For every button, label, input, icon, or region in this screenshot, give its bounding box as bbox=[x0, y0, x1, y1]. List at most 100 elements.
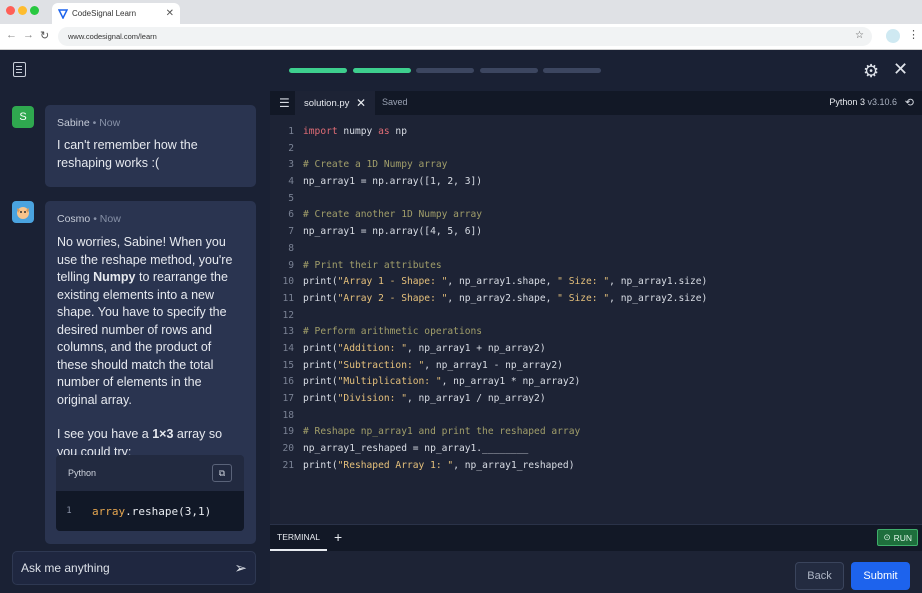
code-line: 15 print("Subtraction: ", np_array1 - np_… bbox=[270, 358, 922, 375]
copy-icon[interactable]: ⧉ bbox=[212, 464, 232, 482]
url-text: www.codesignal.com/learn bbox=[68, 32, 157, 41]
line-number: 18 bbox=[282, 409, 294, 421]
line-number: 6 bbox=[288, 209, 294, 221]
reload-icon[interactable]: ↻ bbox=[40, 29, 49, 42]
progress-segment bbox=[352, 68, 411, 73]
line-number: 20 bbox=[282, 443, 294, 455]
line-number: 15 bbox=[282, 359, 294, 371]
code-line-number: 1 bbox=[66, 506, 72, 516]
settings-gear-icon[interactable]: ⚙ bbox=[863, 61, 879, 82]
lesson-document-icon[interactable] bbox=[13, 62, 26, 77]
line-number: 12 bbox=[282, 309, 294, 321]
menu-icon[interactable]: ☰ bbox=[279, 96, 290, 110]
browser-toolbar: ← → ↻ www.codesignal.com/learn ☆ ⋮ bbox=[0, 24, 922, 50]
line-content: # Create another 1D Numpy array bbox=[303, 209, 483, 221]
close-file-icon[interactable]: ✕ bbox=[356, 96, 366, 110]
line-content: print("Multiplication: ", np_array1 * np… bbox=[303, 376, 581, 388]
submit-button[interactable]: Submit bbox=[851, 562, 910, 590]
message-time: Now bbox=[99, 213, 121, 225]
browser-chrome: CodeSignal Learn ✕ ← → ↻ www.codesignal.… bbox=[0, 0, 922, 50]
code-line: 7 np_array1 = np.array([4, 5, 6]) bbox=[270, 224, 922, 241]
codesignal-logo-icon bbox=[58, 8, 68, 19]
saved-status: Saved bbox=[382, 97, 408, 107]
forward-arrow-icon[interactable]: → bbox=[23, 29, 34, 41]
line-number: 14 bbox=[282, 342, 294, 354]
progress-segment bbox=[289, 68, 347, 73]
profile-avatar[interactable] bbox=[886, 29, 900, 43]
back-arrow-icon[interactable]: ← bbox=[6, 29, 17, 41]
code-line: 4 np_array1 = np.array([1, 2, 3]) bbox=[270, 174, 922, 191]
line-number: 13 bbox=[282, 326, 294, 338]
line-content: np_array1_reshaped = np_array1.________ bbox=[303, 443, 529, 455]
line-content: np_array1 = np.array([1, 2, 3]) bbox=[303, 176, 483, 188]
close-window-button[interactable] bbox=[6, 6, 15, 15]
browser-tab[interactable]: CodeSignal Learn ✕ bbox=[52, 3, 180, 24]
code-line: 16 print("Multiplication: ", np_array1 * … bbox=[270, 374, 922, 391]
back-button[interactable]: Back bbox=[795, 562, 844, 590]
line-number: 8 bbox=[288, 242, 294, 254]
send-icon[interactable]: ➢ bbox=[234, 559, 247, 577]
line-number: 10 bbox=[282, 276, 294, 288]
tab-close-icon[interactable]: ✕ bbox=[166, 8, 174, 19]
message-meta: Cosmo • Now bbox=[57, 213, 121, 225]
terminal-bar: TERMINAL + ⊙ RUN bbox=[270, 524, 922, 551]
play-icon: ⊙ bbox=[883, 532, 891, 542]
code-snippet: Python ⧉ 1 array.reshape(3,1) bbox=[56, 455, 244, 531]
progress-segment bbox=[543, 68, 601, 73]
tab-strip: CodeSignal Learn ✕ bbox=[0, 0, 922, 24]
line-number: 7 bbox=[288, 226, 294, 238]
line-content: print("Addition: ", np_array1 + np_array… bbox=[303, 342, 546, 354]
code-line: 21 print("Reshaped Array 1: ", np_array1_… bbox=[270, 458, 922, 475]
history-icon[interactable]: ⟲ bbox=[905, 96, 914, 109]
user-message-bubble: Sabine • Now I can't remember how the re… bbox=[45, 105, 256, 187]
line-number: 2 bbox=[288, 142, 294, 154]
message-text: I can't remember how the reshaping works… bbox=[57, 138, 198, 170]
line-content: print("Array 2 - Shape: ", np_array2.sha… bbox=[303, 292, 708, 304]
code-area[interactable]: 1 import numpy as np 2 3 # Create a 1D Numpy… bbox=[270, 124, 922, 474]
bookmark-star-icon[interactable]: ☆ bbox=[855, 30, 864, 41]
line-content: # Reshape np_array1 and print the reshap… bbox=[303, 426, 581, 438]
line-content: # Print their attributes bbox=[303, 259, 442, 271]
python-version[interactable]: Python 3 v3.10.6 bbox=[829, 97, 897, 107]
line-content: print("Division: ", np_array1 / np_array… bbox=[303, 393, 546, 404]
line-content: print("Subtraction: ", np_array1 - np_ar… bbox=[303, 359, 563, 371]
minimize-window-button[interactable] bbox=[18, 6, 27, 15]
code-line: 10 print("Array 1 - Shape: ", np_array1.s… bbox=[270, 274, 922, 291]
line-number: 17 bbox=[282, 393, 294, 404]
line-number: 11 bbox=[282, 292, 294, 304]
code-line: 19 # Reshape np_array1 and print the resh… bbox=[270, 424, 922, 441]
line-number: 21 bbox=[282, 459, 294, 471]
line-content: print("Reshaped Array 1: ", np_array1_re… bbox=[303, 459, 575, 471]
line-content: np_array1 = np.array([4, 5, 6]) bbox=[303, 226, 483, 238]
app-header: ⚙ ✕ bbox=[0, 50, 922, 91]
browser-menu-icon[interactable]: ⋮ bbox=[908, 28, 919, 41]
close-icon[interactable]: ✕ bbox=[893, 59, 908, 80]
code-line: 5 bbox=[270, 191, 922, 208]
code-line: 3 # Create a 1D Numpy array bbox=[270, 157, 922, 174]
run-button[interactable]: ⊙ RUN bbox=[877, 529, 918, 546]
line-number: 4 bbox=[288, 176, 294, 188]
address-bar[interactable]: www.codesignal.com/learn bbox=[58, 27, 872, 46]
terminal-tab[interactable]: TERMINAL bbox=[270, 525, 327, 551]
code-line: 18 bbox=[270, 408, 922, 425]
code-line: 20 np_array1_reshaped = np_array1._______… bbox=[270, 441, 922, 458]
code-editor: ☰ solution.py ✕ Saved Python 3 v3.10.6 ⟲… bbox=[270, 91, 922, 593]
maximize-window-button[interactable] bbox=[30, 6, 39, 15]
line-number: 1 bbox=[288, 126, 294, 137]
sender-name: Sabine bbox=[57, 117, 90, 129]
file-tab[interactable]: solution.py ✕ bbox=[295, 91, 375, 115]
chat-input[interactable]: Ask me anything ➢ bbox=[12, 551, 256, 585]
tab-title: CodeSignal Learn bbox=[72, 9, 137, 18]
add-terminal-icon[interactable]: + bbox=[334, 529, 342, 545]
message-paragraph: No worries, Sabine! When you use the res… bbox=[57, 235, 233, 407]
code-line: 11 print("Array 2 - Shape: ", np_array2.s… bbox=[270, 291, 922, 308]
code-language: Python bbox=[68, 468, 97, 478]
line-number: 19 bbox=[282, 426, 294, 438]
code-text: array.reshape(3,1) bbox=[92, 504, 212, 518]
progress-segment bbox=[479, 68, 538, 73]
code-line: 13 # Perform arithmetic operations bbox=[270, 324, 922, 341]
code-line: 6 # Create another 1D Numpy array bbox=[270, 207, 922, 224]
bot-message-bubble: Cosmo • Now No worries, Sabine! When you… bbox=[45, 201, 256, 544]
code-line: 1 import numpy as np bbox=[270, 124, 922, 141]
code-line: 17 print("Division: ", np_array1 / np_arr… bbox=[270, 391, 922, 408]
